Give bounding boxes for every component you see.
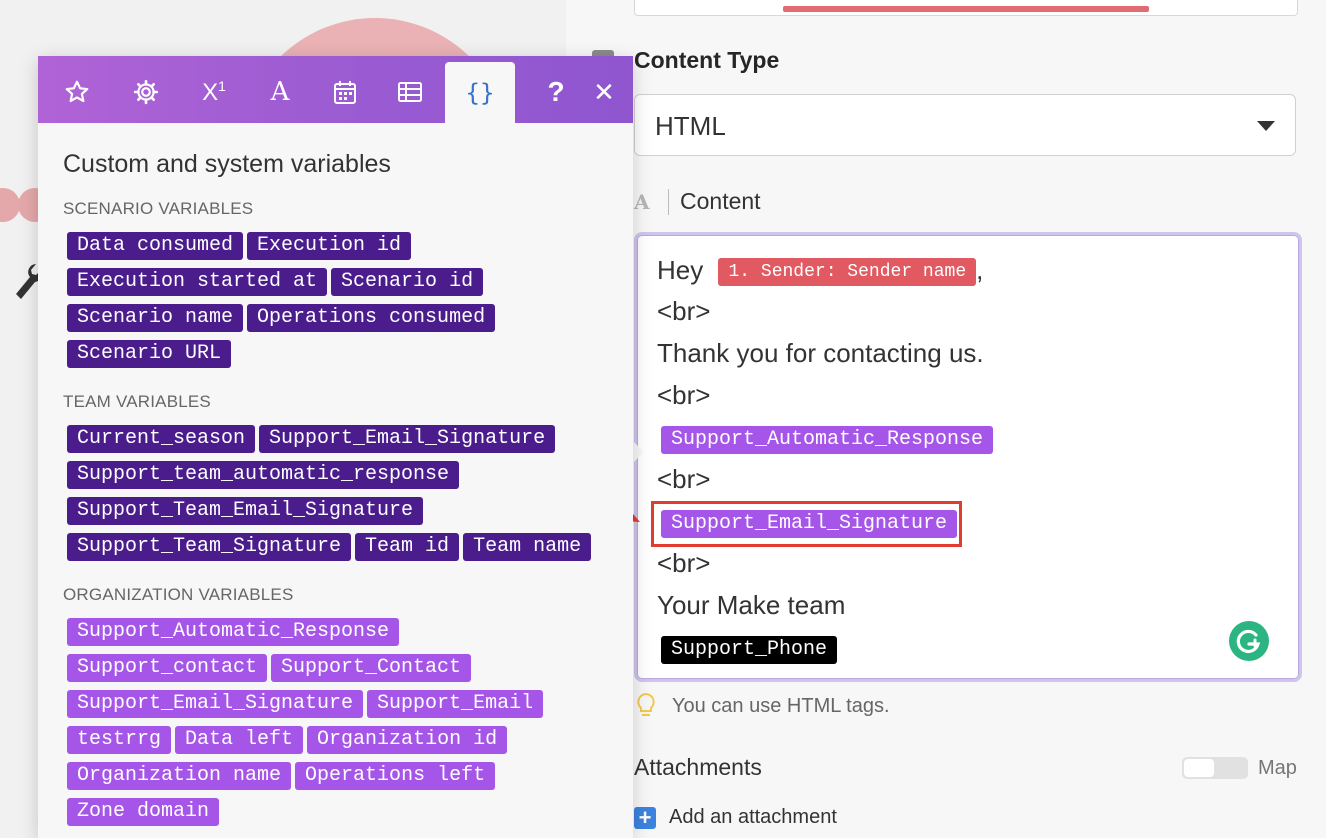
editor-line: Hey 1. Sender: Sender name, xyxy=(657,255,983,289)
variable-pill[interactable]: Support_Contact xyxy=(271,654,472,682)
content-type-select[interactable]: HTML xyxy=(634,94,1296,156)
variable-pill[interactable]: Zone domain xyxy=(67,798,220,826)
star-icon[interactable] xyxy=(55,72,99,112)
add-attachment-button[interactable]: + Add an attachment xyxy=(634,805,837,830)
attachments-label: Attachments xyxy=(634,754,762,780)
add-attachment-label: Add an attachment xyxy=(669,806,837,828)
popup-toolbar: X1 A {} ? ✕ xyxy=(38,56,633,123)
variable-pill[interactable]: Support_contact xyxy=(67,654,268,682)
editor-line: Your Make team xyxy=(657,590,846,620)
content-label-row: A Content xyxy=(634,188,761,215)
hint-text: You can use HTML tags. xyxy=(672,694,890,717)
grammarly-icon xyxy=(1236,629,1261,654)
lightbulb-icon xyxy=(637,692,655,716)
sender-name-pill[interactable]: 1. Sender: Sender name xyxy=(718,258,977,286)
pill-row: Support_Team_Signature Team id Team name xyxy=(67,533,592,561)
pill-row: Execution started at Scenario id xyxy=(67,268,484,296)
variable-pill[interactable]: Team id xyxy=(355,533,460,561)
superscript-icon[interactable]: X1 xyxy=(192,72,236,112)
content-type-value: HTML xyxy=(655,111,726,141)
variable-pill[interactable]: Operations consumed xyxy=(247,304,496,332)
help-icon[interactable]: ? xyxy=(534,72,578,112)
connector-dot xyxy=(0,188,20,222)
editor-line: <br> xyxy=(657,548,711,578)
support-phone-pill[interactable]: Support_Phone xyxy=(661,636,838,664)
variable-pill[interactable]: Team name xyxy=(463,533,592,561)
variable-pill[interactable]: Support_Email_Signature xyxy=(67,690,364,718)
plus-icon: + xyxy=(634,805,656,830)
pill-row: Data consumed Execution id xyxy=(67,232,412,260)
pill-row: Support_Email_Signature Support_Email xyxy=(67,690,544,718)
content-label: Content xyxy=(680,188,761,214)
text-mode-icon[interactable]: A xyxy=(634,190,656,214)
scenario-variables-heading: SCENARIO VARIABLES xyxy=(63,199,254,218)
variable-pill[interactable]: Current_season xyxy=(67,425,256,453)
popup-title: Custom and system variables xyxy=(63,150,391,178)
gear-icon[interactable] xyxy=(124,72,168,112)
text-icon[interactable]: A xyxy=(258,72,302,112)
braces-icon[interactable]: {} xyxy=(445,62,515,123)
previous-field[interactable] xyxy=(634,0,1298,16)
pill-row: Support_Automatic_Response xyxy=(67,618,400,646)
pill-row: testrrg Data left Organization id xyxy=(67,726,508,754)
variable-pill[interactable]: Support_Team_Email_Signature xyxy=(67,497,424,525)
variable-pill[interactable]: Operations left xyxy=(295,762,496,790)
pill-row: Support_team_automatic_response xyxy=(67,461,460,489)
variable-pill[interactable]: Execution started at xyxy=(67,268,328,296)
content-editor[interactable]: Hey 1. Sender: Sender name, <br> Thank y… xyxy=(634,232,1302,682)
variable-pill[interactable]: Scenario id xyxy=(331,268,484,296)
editor-line: Thank you for contacting us. xyxy=(657,338,984,368)
field-error-underline xyxy=(783,6,1149,12)
support-automatic-response-pill[interactable]: Support_Automatic_Response xyxy=(661,426,994,454)
editor-line: <br> xyxy=(657,296,711,326)
divider xyxy=(668,188,669,215)
pill-row: Scenario name Operations consumed xyxy=(67,304,496,332)
content-type-label: Content Type xyxy=(634,47,780,73)
map-toggle[interactable] xyxy=(1182,757,1248,779)
pill-row: Support_Team_Email_Signature xyxy=(67,497,424,525)
variable-pill[interactable]: testrrg xyxy=(67,726,172,754)
variable-pill[interactable]: Support_Email_Signature xyxy=(259,425,556,453)
editor-line: <br> xyxy=(657,380,711,410)
variable-pill[interactable]: Organization name xyxy=(67,762,292,790)
calendar-icon[interactable] xyxy=(323,72,367,112)
editor-text: Hey xyxy=(657,255,704,285)
variable-pill[interactable]: Support_Email xyxy=(367,690,544,718)
variable-pill[interactable]: Scenario URL xyxy=(67,340,232,368)
editor-line: <br> xyxy=(657,464,711,494)
pill-row: Organization name Operations left xyxy=(67,762,496,790)
hint-row: You can use HTML tags. xyxy=(634,692,890,720)
team-variables-heading: TEAM VARIABLES xyxy=(63,392,211,411)
highlight-annotation xyxy=(651,501,962,547)
variable-pill[interactable]: Support_team_automatic_response xyxy=(67,461,460,489)
variable-pill[interactable]: Data consumed xyxy=(67,232,244,260)
pill-row: Current_season Support_Email_Signature xyxy=(67,425,556,453)
toggle-knob xyxy=(1184,759,1214,777)
pill-row: Scenario URL xyxy=(67,340,232,368)
variable-pill[interactable]: Support_Automatic_Response xyxy=(67,618,400,646)
pill-row: Support_contact Support_Contact xyxy=(67,654,472,682)
variable-pill[interactable]: Organization id xyxy=(307,726,508,754)
variable-pill[interactable]: Scenario name xyxy=(67,304,244,332)
variables-popup: X1 A {} ? ✕ Custom and system variables … xyxy=(38,56,633,838)
organization-variables-heading: ORGANIZATION VARIABLES xyxy=(63,585,294,604)
grammarly-button[interactable] xyxy=(1229,621,1269,661)
pill-row: Zone domain xyxy=(67,798,220,826)
variable-pill[interactable]: Support_Team_Signature xyxy=(67,533,352,561)
variable-pill[interactable]: Execution id xyxy=(247,232,412,260)
table-icon[interactable] xyxy=(388,72,432,112)
map-label: Map xyxy=(1258,757,1297,779)
variable-pill[interactable]: Data left xyxy=(175,726,304,754)
editor-text: , xyxy=(976,255,984,285)
chevron-down-icon xyxy=(1257,121,1275,131)
close-icon[interactable]: ✕ xyxy=(582,72,626,112)
